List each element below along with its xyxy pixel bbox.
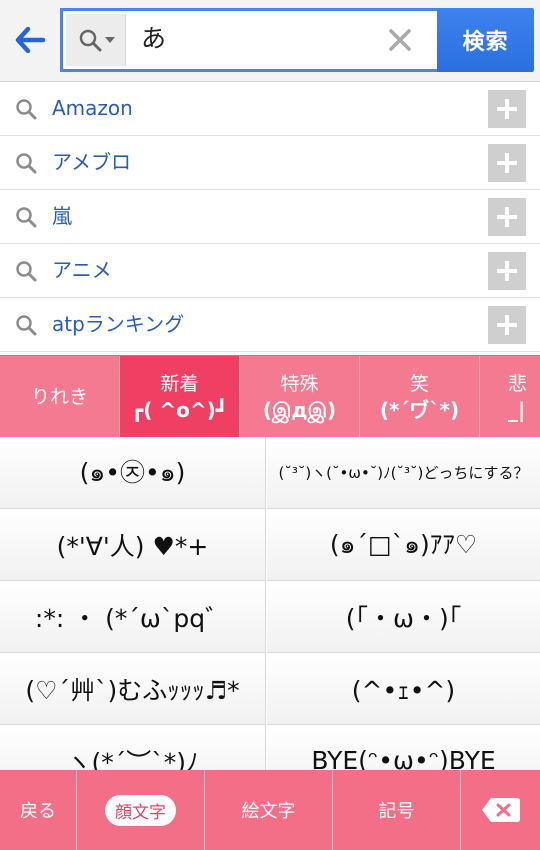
add-suggestion-button[interactable] xyxy=(488,90,526,128)
tab-emoticon-preview: ┏( ^o^)┛ xyxy=(131,398,228,422)
emoticon-grid: (๑•㉨•๑) (˘³˘)ヽ(˘•ω•˘)ﾉ(˘³˘)どっちにする？ (*'∀'… xyxy=(0,437,540,770)
emoticon-mode-button[interactable]: 顔文字 xyxy=(77,770,205,850)
tab-label: 新着 xyxy=(160,373,199,395)
tab-laugh[interactable]: 笑 (*´ヷ`*) xyxy=(360,356,480,437)
tab-emoticon-preview: (இдஇ) xyxy=(262,398,337,422)
emoticon-cell[interactable]: (♡´艸`)むふｯｯｯ♬* xyxy=(0,653,266,725)
tab-emoticon-preview: (*´ヷ`*) xyxy=(379,398,460,422)
suggestion-text: アニメ xyxy=(52,258,112,282)
suggestion-text: アメブロ xyxy=(52,150,131,174)
plus-icon xyxy=(497,261,517,281)
emoticon-search-screen: あ 検索 Amazon アメブロ 嵐 アニメ atpランキング りれき 新着 ┏… xyxy=(0,0,540,850)
tab-label: りれき xyxy=(30,386,88,408)
add-suggestion-button[interactable] xyxy=(488,198,526,236)
tab-special[interactable]: 特殊 (இдஇ) xyxy=(240,356,360,437)
suggestion-text: 嵐 xyxy=(52,204,72,228)
emoticon-cell[interactable]: (๑•㉨•๑) xyxy=(0,437,266,509)
emoticon-category-tabs: りれき 新着 ┏( ^o^)┛ 特殊 (இдஇ) 笑 (*´ヷ`*) 悲 _| xyxy=(0,355,540,437)
emoticon-cell[interactable]: BYE(ᵔ•ω•ᵔ)BYE xyxy=(267,725,540,770)
search-query-text: あ xyxy=(141,24,167,53)
emoticon-mode-label: 顔文字 xyxy=(105,794,176,826)
emoticon-cell[interactable]: ヽ(*´︶`*)ﾉ xyxy=(0,725,266,770)
search-icon xyxy=(79,29,101,52)
search-icon xyxy=(16,207,37,228)
plus-icon xyxy=(497,153,517,173)
search-button[interactable]: 検索 xyxy=(437,8,534,72)
chevron-down-icon xyxy=(104,37,115,43)
search-scope-dropdown[interactable] xyxy=(66,14,126,66)
suggestion-list: Amazon アメブロ 嵐 アニメ atpランキング xyxy=(0,82,540,352)
tab-label: 笑 xyxy=(409,373,429,395)
add-suggestion-button[interactable] xyxy=(488,306,526,344)
emoticon-cell[interactable]: (｢・ω・)｢ xyxy=(267,581,540,653)
list-item[interactable]: 嵐 xyxy=(0,190,540,244)
tab-label: 特殊 xyxy=(280,373,319,395)
search-icon xyxy=(16,153,37,174)
search-input[interactable]: あ xyxy=(60,8,438,72)
plus-icon xyxy=(497,207,517,227)
tab-label: 悲 xyxy=(508,373,528,395)
plus-icon xyxy=(497,99,517,119)
tab-history[interactable]: りれき xyxy=(0,356,120,437)
back-arrow-icon[interactable] xyxy=(8,20,52,60)
search-icon xyxy=(16,315,37,336)
symbol-mode-button[interactable]: 記号 xyxy=(333,770,461,850)
backspace-icon xyxy=(481,798,520,822)
emoticon-cell[interactable]: :*: ・ (*´ω`pq゛ xyxy=(0,581,266,653)
search-bar: あ 検索 xyxy=(0,0,540,82)
suggestion-text: atpランキング xyxy=(52,312,185,336)
list-item[interactable]: アニメ xyxy=(0,244,540,298)
tab-new[interactable]: 新着 ┏( ^o^)┛ xyxy=(120,356,240,437)
tab-emoticon-preview: _| xyxy=(508,398,526,422)
backspace-button[interactable] xyxy=(461,770,540,850)
emoji-mode-button[interactable]: 絵文字 xyxy=(205,770,333,850)
emoticon-cell[interactable]: (๑´□`๑)ｱｱ♡ xyxy=(267,509,540,581)
list-item[interactable]: atpランキング xyxy=(0,298,540,352)
back-button[interactable]: 戻る xyxy=(0,770,77,850)
tab-sad[interactable]: 悲 _| xyxy=(480,356,540,437)
search-icon xyxy=(16,261,37,282)
emoticon-cell[interactable]: (*'∀'人) ♥*+ xyxy=(0,509,266,581)
plus-icon xyxy=(497,315,517,335)
clear-icon[interactable] xyxy=(385,25,415,55)
emoticon-cell[interactable]: (˘³˘)ヽ(˘•ω•˘)ﾉ(˘³˘)どっちにする？ xyxy=(267,437,540,509)
suggestion-text: Amazon xyxy=(52,96,133,120)
keyboard-bottom-bar: 戻る 顔文字 絵文字 記号 xyxy=(0,770,540,850)
add-suggestion-button[interactable] xyxy=(488,144,526,182)
list-item[interactable]: アメブロ xyxy=(0,136,540,190)
add-suggestion-button[interactable] xyxy=(488,252,526,290)
emoticon-cell[interactable]: (^•ｪ•^) xyxy=(267,653,540,725)
list-item[interactable]: Amazon xyxy=(0,82,540,136)
search-icon xyxy=(16,99,37,120)
